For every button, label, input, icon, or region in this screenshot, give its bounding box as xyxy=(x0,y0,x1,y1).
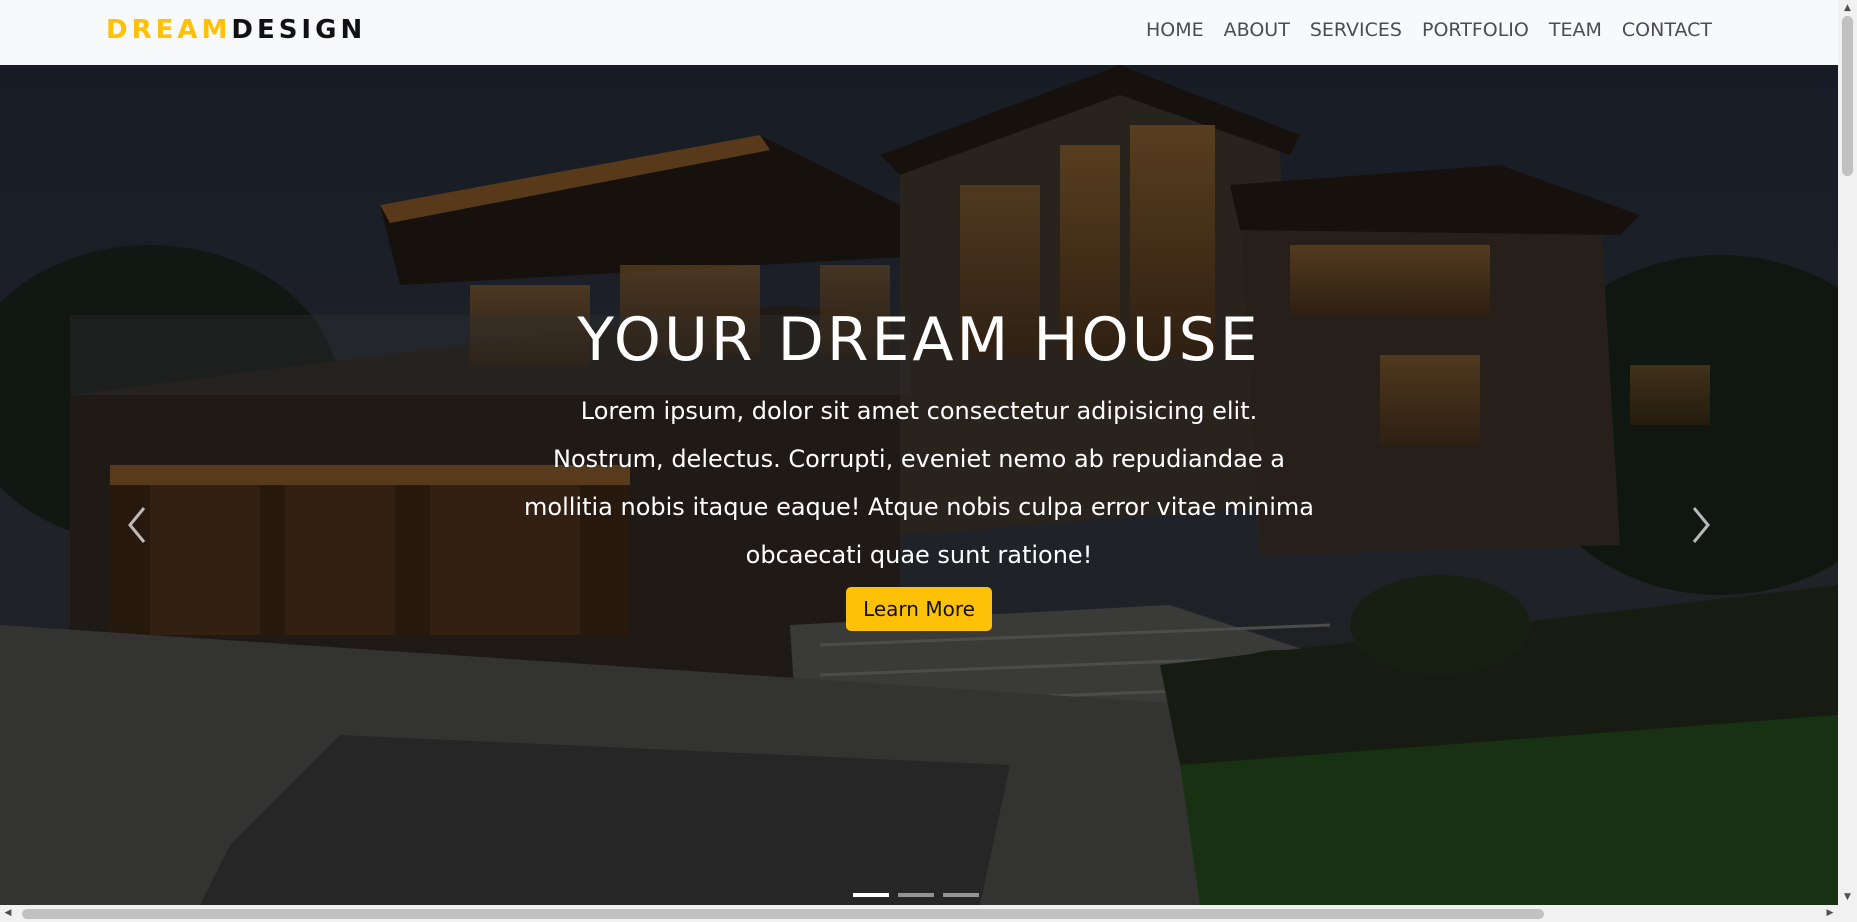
hero-text: Lorem ipsum, dolor sit amet consectetur … xyxy=(524,397,1314,569)
chevron-right-icon xyxy=(1692,507,1710,543)
hero-caption: YOUR DREAM HOUSE Lorem ipsum, dolor sit … xyxy=(509,305,1329,631)
nav-link-team[interactable]: TEAM xyxy=(1539,18,1612,42)
nav-link-home[interactable]: HOME xyxy=(1136,18,1214,42)
scroll-right-arrow-icon[interactable]: ▶ xyxy=(1822,905,1838,922)
scroll-up-arrow-icon[interactable]: ▲ xyxy=(1838,0,1857,16)
nav-link-contact[interactable]: CONTACT xyxy=(1612,18,1722,42)
scroll-down-arrow-icon[interactable]: ▼ xyxy=(1838,889,1857,905)
nav-link-about[interactable]: ABOUT xyxy=(1214,18,1300,42)
nav-link-services[interactable]: SERVICES xyxy=(1300,18,1412,42)
vertical-scrollbar[interactable]: ▲ ▼ xyxy=(1838,0,1857,905)
carousel-indicator-2[interactable] xyxy=(898,893,934,897)
horizontal-scroll-thumb[interactable] xyxy=(22,909,1544,919)
nav-link-portfolio[interactable]: PORTFOLIO xyxy=(1412,18,1539,42)
nav-links: HOME ABOUT SERVICES PORTFOLIO TEAM CONTA… xyxy=(1136,18,1722,42)
navbar: DREAMDESIGN HOME ABOUT SERVICES PORTFOLI… xyxy=(0,0,1838,65)
carousel-indicator-3[interactable] xyxy=(943,893,979,897)
hero-carousel: YOUR DREAM HOUSE Lorem ipsum, dolor sit … xyxy=(0,65,1838,905)
learn-more-button[interactable]: Learn More xyxy=(846,587,992,631)
carousel-prev-button[interactable] xyxy=(118,500,158,550)
carousel-indicators xyxy=(853,893,979,897)
vertical-scroll-thumb[interactable] xyxy=(1842,16,1853,176)
horizontal-scrollbar[interactable]: ◀ ▶ xyxy=(0,905,1857,922)
hero-title: YOUR DREAM HOUSE xyxy=(577,305,1261,375)
brand-main-text: DESIGN xyxy=(231,15,367,45)
scroll-left-arrow-icon[interactable]: ◀ xyxy=(0,905,16,922)
chevron-left-icon xyxy=(128,507,146,543)
carousel-next-button[interactable] xyxy=(1680,500,1720,550)
brand-logo[interactable]: DREAMDESIGN xyxy=(106,14,366,46)
carousel-indicator-1[interactable] xyxy=(853,893,889,897)
page-viewport: DREAMDESIGN HOME ABOUT SERVICES PORTFOLI… xyxy=(0,0,1838,905)
brand-accent-text: DREAM xyxy=(106,15,232,45)
